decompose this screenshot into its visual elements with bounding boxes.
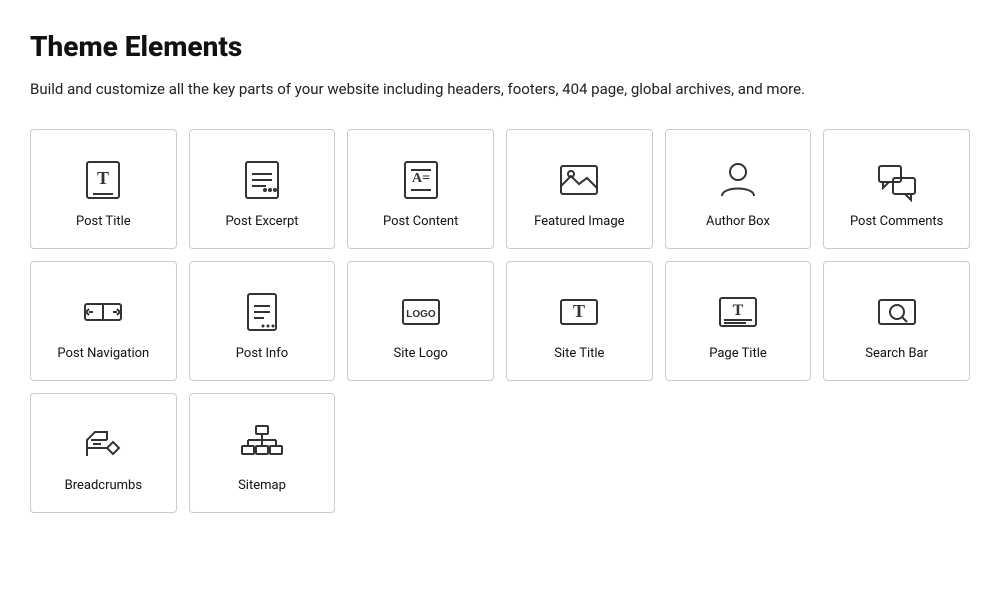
post-comments-icon [873, 156, 921, 204]
featured-image-icon [555, 156, 603, 204]
featured-image-label: Featured Image [534, 214, 624, 229]
page-title: Theme Elements [30, 30, 970, 63]
post-title-label: Post Title [76, 214, 131, 229]
breadcrumbs-icon [79, 420, 127, 468]
post-info-icon [238, 288, 286, 336]
card-post-info[interactable]: Post Info [189, 261, 336, 381]
card-post-excerpt[interactable]: Post Excerpt [189, 129, 336, 249]
card-search-bar[interactable]: Search Bar [823, 261, 970, 381]
svg-text:T: T [733, 302, 744, 319]
svg-text:T: T [97, 168, 109, 188]
post-title-icon: T [79, 156, 127, 204]
grid-row-3: Breadcrumbs Sitemap [30, 393, 970, 513]
card-post-navigation[interactable]: Post Navigation [30, 261, 177, 381]
author-box-icon [714, 156, 762, 204]
site-logo-label: Site Logo [393, 346, 447, 361]
card-post-title[interactable]: T Post Title [30, 129, 177, 249]
card-breadcrumbs[interactable]: Breadcrumbs [30, 393, 177, 513]
post-excerpt-icon [238, 156, 286, 204]
svg-text:T: T [573, 301, 585, 321]
card-author-box[interactable]: Author Box [665, 129, 812, 249]
sitemap-icon [238, 420, 286, 468]
grid-row-1: T Post Title Post Excerpt A= Post Conten… [30, 129, 970, 249]
search-bar-icon [873, 288, 921, 336]
card-post-comments[interactable]: Post Comments [823, 129, 970, 249]
svg-text:A=: A= [412, 171, 430, 186]
card-site-title[interactable]: T Site Title [506, 261, 653, 381]
post-navigation-label: Post Navigation [57, 346, 149, 361]
sitemap-label: Sitemap [238, 478, 286, 493]
post-content-icon: A= [397, 156, 445, 204]
card-post-content[interactable]: A= Post Content [347, 129, 494, 249]
post-info-label: Post Info [236, 346, 288, 361]
post-content-label: Post Content [383, 214, 458, 229]
post-excerpt-label: Post Excerpt [225, 214, 298, 229]
site-title-icon: T [555, 288, 603, 336]
breadcrumbs-label: Breadcrumbs [65, 478, 142, 493]
card-page-title[interactable]: T Page Title [665, 261, 812, 381]
card-site-logo[interactable]: LOGO Site Logo [347, 261, 494, 381]
card-featured-image[interactable]: Featured Image [506, 129, 653, 249]
grid-row-2: Post Navigation Post Info LOGO Site Logo… [30, 261, 970, 381]
site-title-label: Site Title [554, 346, 604, 361]
page-subtitle: Build and customize all the key parts of… [30, 77, 970, 101]
site-logo-icon: LOGO [397, 288, 445, 336]
search-bar-label: Search Bar [865, 346, 928, 361]
svg-text:LOGO: LOGO [406, 309, 436, 320]
author-box-label: Author Box [706, 214, 770, 229]
page-title-icon: T [714, 288, 762, 336]
page-title-label: Page Title [709, 346, 767, 361]
post-navigation-icon [79, 288, 127, 336]
post-comments-label: Post Comments [850, 214, 943, 229]
card-sitemap[interactable]: Sitemap [189, 393, 336, 513]
